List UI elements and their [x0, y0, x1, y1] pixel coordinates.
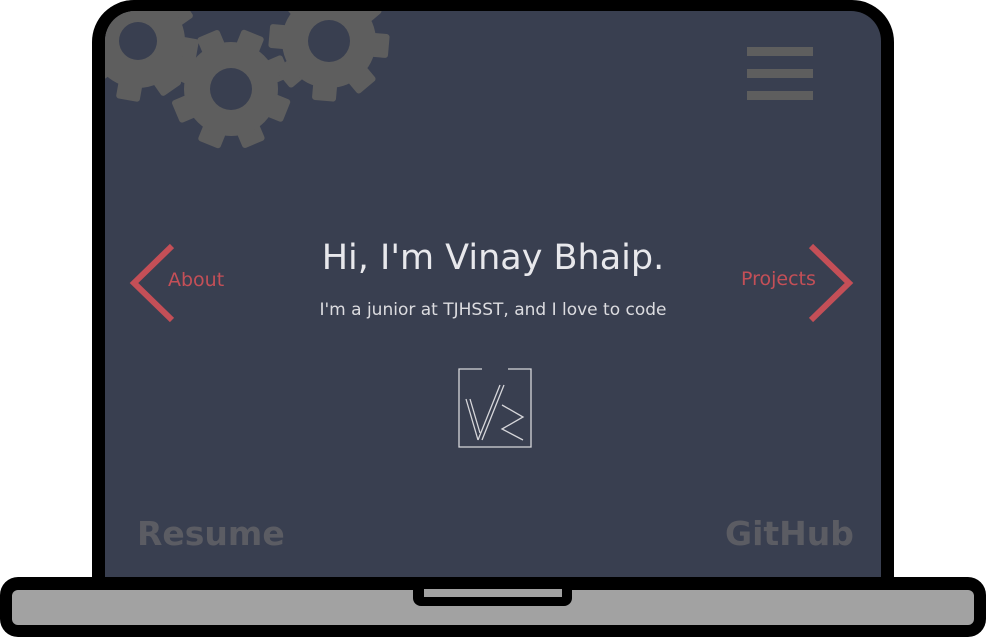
menu-bar [747, 47, 813, 56]
resume-link[interactable]: Resume [137, 514, 285, 553]
laptop-screen: About Hi, I'm Vinay Bhaip. I'm a junior … [105, 11, 881, 581]
github-link[interactable]: GitHub [725, 514, 854, 553]
nav-projects-link[interactable]: Projects [735, 243, 865, 323]
menu-bar [747, 91, 813, 100]
vb-logo [458, 368, 532, 448]
laptop-notch-slot [424, 589, 562, 597]
nav-projects-label: Projects [741, 268, 816, 290]
gears-icon [105, 11, 395, 161]
menu-bar [747, 69, 813, 78]
hamburger-menu-icon[interactable] [747, 47, 813, 101]
chevron-right-icon [808, 243, 854, 323]
